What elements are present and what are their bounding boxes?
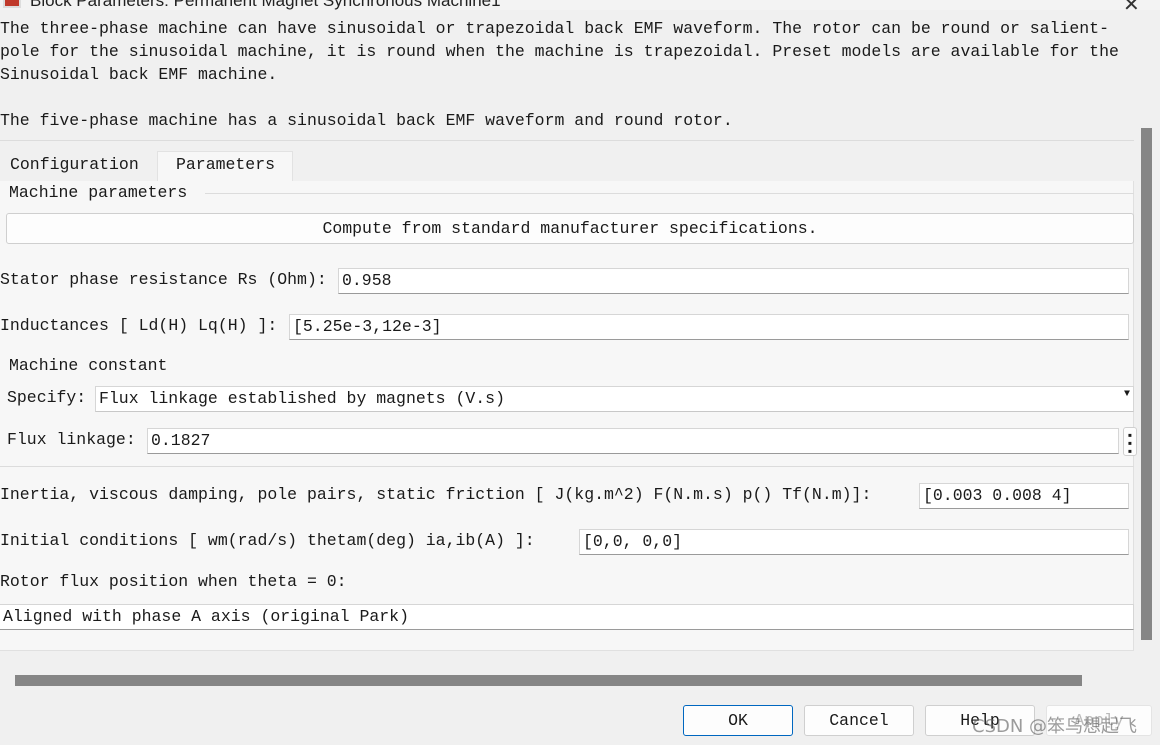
machine-constant-legend: Machine constant bbox=[9, 356, 168, 375]
watermark: CSDN @笨鸟想起飞 bbox=[972, 716, 1138, 737]
title-bar: Block Parameters: Permanent Magnet Synch… bbox=[0, 0, 1160, 10]
compute-button[interactable]: Compute from standard manufacturer speci… bbox=[6, 213, 1134, 244]
divider bbox=[205, 193, 1134, 194]
flux-linkage-label: Flux linkage: bbox=[7, 430, 136, 449]
specify-dropdown[interactable]: Flux linkage established by magnets (V.s… bbox=[95, 386, 1134, 412]
machine-parameters-legend: Machine parameters bbox=[9, 183, 188, 202]
inertia-label: Inertia, viscous damping, pole pairs, st… bbox=[0, 485, 872, 504]
rotor-flux-dropdown[interactable]: Aligned with phase A axis (original Park… bbox=[0, 604, 1134, 630]
rotor-flux-label: Rotor flux position when theta = 0: bbox=[0, 572, 347, 591]
more-options-icon[interactable]: ▪ ▪ ▪ bbox=[1123, 427, 1137, 458]
tab-configuration[interactable]: Configuration bbox=[0, 152, 149, 182]
cancel-button[interactable]: Cancel bbox=[804, 705, 914, 736]
chevron-down-icon: ▼ bbox=[1123, 389, 1130, 400]
divider bbox=[0, 140, 1134, 141]
description-line: The five-phase machine has a sinusoidal … bbox=[0, 111, 733, 130]
stator-resistance-input[interactable]: 0.958 bbox=[338, 268, 1129, 294]
app-icon bbox=[3, 0, 21, 8]
stator-resistance-label: Stator phase resistance Rs (Ohm): bbox=[0, 270, 327, 289]
specify-value: Flux linkage established by magnets (V.s… bbox=[99, 389, 505, 408]
inductances-input[interactable]: [5.25e-3,12e-3] bbox=[289, 314, 1129, 340]
inductances-label: Inductances [ Ld(H) Lq(H) ]: bbox=[0, 316, 278, 335]
description-line: The three-phase machine can have sinusoi… bbox=[0, 19, 1109, 38]
window-title: Block Parameters: Permanent Magnet Synch… bbox=[30, 0, 501, 10]
description-line: Sinusoidal back EMF machine. bbox=[0, 65, 278, 84]
ok-button[interactable]: OK bbox=[683, 705, 793, 736]
divider bbox=[0, 466, 1134, 467]
description-line: pole for the sinusoidal machine, it is r… bbox=[0, 42, 1119, 61]
inertia-input[interactable]: [0.003 0.008 4] bbox=[919, 483, 1129, 509]
flux-linkage-input[interactable]: 0.1827 bbox=[147, 428, 1119, 454]
vertical-scrollbar[interactable] bbox=[1141, 128, 1152, 640]
initial-conditions-label: Initial conditions [ wm(rad/s) thetam(de… bbox=[0, 531, 535, 550]
tab-parameters[interactable]: Parameters bbox=[157, 151, 293, 181]
horizontal-scrollbar[interactable] bbox=[15, 675, 1082, 686]
initial-conditions-input[interactable]: [0,0, 0,0] bbox=[579, 529, 1129, 555]
specify-label: Specify: bbox=[7, 388, 87, 407]
description: The three-phase machine can have sinusoi… bbox=[0, 17, 1140, 132]
close-icon[interactable]: ✕ bbox=[1123, 0, 1140, 10]
